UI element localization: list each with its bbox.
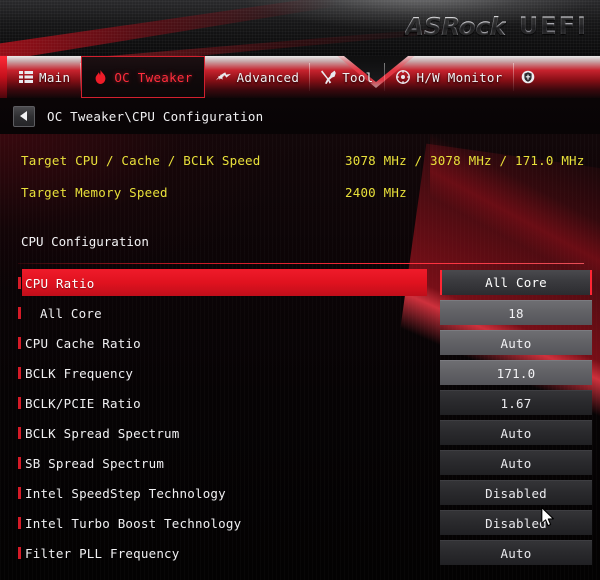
row-bullet-icon — [18, 397, 21, 409]
target-row: Target CPU / Cache / BCLK Speed 3078 MHz… — [0, 144, 600, 176]
header-bar: ASRock UEFI — [0, 0, 600, 56]
setting-value-box[interactable]: Auto — [440, 420, 592, 445]
row-bullet-icon — [18, 277, 21, 289]
setting-label: SB Spread Spectrum — [25, 455, 165, 471]
setting-value-box[interactable]: Auto — [440, 330, 592, 355]
setting-row[interactable]: All Core 18 — [0, 298, 600, 328]
wrench-icon — [321, 70, 336, 85]
setting-value-box[interactable]: Auto — [440, 540, 592, 565]
target-cpu-label: Target CPU / Cache / BCLK Speed — [21, 152, 261, 168]
setting-label: CPU Ratio — [25, 275, 95, 291]
setting-row[interactable]: Intel SpeedStep Technology Disabled — [0, 478, 600, 508]
section-divider — [18, 263, 584, 264]
breadcrumb-path: OC Tweaker\CPU Configuration — [47, 108, 264, 124]
setting-row[interactable]: CPU Cache Ratio Auto — [0, 328, 600, 358]
tab-oc-tweaker-label: OC Tweaker — [114, 69, 193, 85]
uefi-wordmark: UEFI — [518, 12, 588, 40]
tab-hw-monitor[interactable]: H/W Monitor — [385, 56, 514, 98]
row-bullet-icon — [18, 457, 21, 469]
setting-label: BCLK Spread Spectrum — [25, 425, 180, 441]
target-memory-value: 2400 MHz — [345, 184, 407, 200]
setting-row[interactable]: Filter PLL Frequency Auto — [0, 538, 600, 568]
nav-tab-list: Main OC Tweaker Advanced Tool H/W Monito… — [7, 56, 600, 98]
uefi-screen: ASRock UEFI Main OC Tweaker Advanced Too… — [0, 0, 600, 580]
back-button[interactable] — [13, 105, 35, 127]
tab-hw-monitor-label: H/W Monitor — [416, 69, 503, 85]
setting-label: Filter PLL Frequency — [25, 545, 180, 561]
setting-label: Intel Turbo Boost Technology — [25, 515, 242, 531]
setting-row[interactable]: BCLK Spread Spectrum Auto — [0, 418, 600, 448]
flame-icon — [93, 70, 108, 85]
setting-value-box[interactable]: All Core — [440, 270, 592, 295]
target-cpu-value: 3078 MHz / 3078 MHz / 171.0 MHz — [345, 152, 585, 168]
setting-value-box[interactable]: Auto — [440, 450, 592, 475]
row-bullet-icon — [18, 337, 21, 349]
settings-list: CPU Ratio All Core All Core 18 CPU Cache Rat… — [0, 268, 600, 568]
shield-icon — [521, 70, 536, 85]
setting-value-box[interactable]: 1.67 — [440, 390, 592, 415]
target-info-block: Target CPU / Cache / BCLK Speed 3078 MHz… — [0, 134, 600, 208]
setting-value-box[interactable]: Disabled — [440, 510, 592, 535]
tab-tool[interactable]: Tool — [310, 56, 385, 98]
row-bullet-icon — [18, 487, 21, 499]
setting-row[interactable]: SB Spread Spectrum Auto — [0, 448, 600, 478]
setting-row[interactable]: BCLK/PCIE Ratio 1.67 — [0, 388, 600, 418]
setting-row[interactable]: BCLK Frequency 171.0 — [0, 358, 600, 388]
tab-main-label: Main — [39, 69, 71, 85]
main-nav-tabbar: Main OC Tweaker Advanced Tool H/W Monito… — [0, 56, 600, 98]
target-memory-label: Target Memory Speed — [21, 184, 168, 200]
setting-label: All Core — [40, 305, 102, 321]
row-bullet-icon — [18, 307, 21, 319]
star-icon — [215, 70, 231, 85]
tab-security[interactable] — [514, 56, 549, 98]
row-bullet-icon — [18, 547, 21, 559]
row-bullet-icon — [18, 427, 21, 439]
setting-label: BCLK/PCIE Ratio — [25, 395, 141, 411]
tab-advanced[interactable]: Advanced — [205, 56, 311, 98]
setting-row[interactable]: Intel Turbo Boost Technology Disabled — [0, 508, 600, 538]
gauge-icon — [396, 70, 411, 85]
setting-label: CPU Cache Ratio — [25, 335, 141, 351]
setting-label: BCLK Frequency — [25, 365, 134, 381]
tab-oc-tweaker[interactable]: OC Tweaker — [81, 56, 205, 98]
breadcrumb-bar: OC Tweaker\CPU Configuration — [0, 98, 600, 134]
tab-tool-label: Tool — [342, 69, 374, 85]
setting-label: Intel SpeedStep Technology — [25, 485, 226, 501]
row-bullet-icon — [18, 517, 21, 529]
asrock-uefi-logo: ASRock UEFI — [405, 11, 588, 41]
asrock-wordmark: ASRock — [404, 11, 506, 41]
content-area: Target CPU / Cache / BCLK Speed 3078 MHz… — [0, 134, 600, 580]
setting-row[interactable]: CPU Ratio All Core — [0, 268, 600, 298]
setting-value-box[interactable]: Disabled — [440, 480, 592, 505]
setting-value-box[interactable]: 171.0 — [440, 360, 592, 385]
setting-value-box[interactable]: 18 — [440, 300, 592, 325]
section-title: CPU Configuration — [21, 233, 149, 249]
list-icon — [18, 70, 33, 85]
back-arrow-icon — [20, 111, 28, 121]
tab-advanced-label: Advanced — [236, 69, 300, 85]
target-row: Target Memory Speed 2400 MHz — [0, 176, 600, 208]
tab-main[interactable]: Main — [7, 56, 82, 98]
row-bullet-icon — [18, 367, 21, 379]
tabbar-left-accent — [0, 56, 7, 98]
